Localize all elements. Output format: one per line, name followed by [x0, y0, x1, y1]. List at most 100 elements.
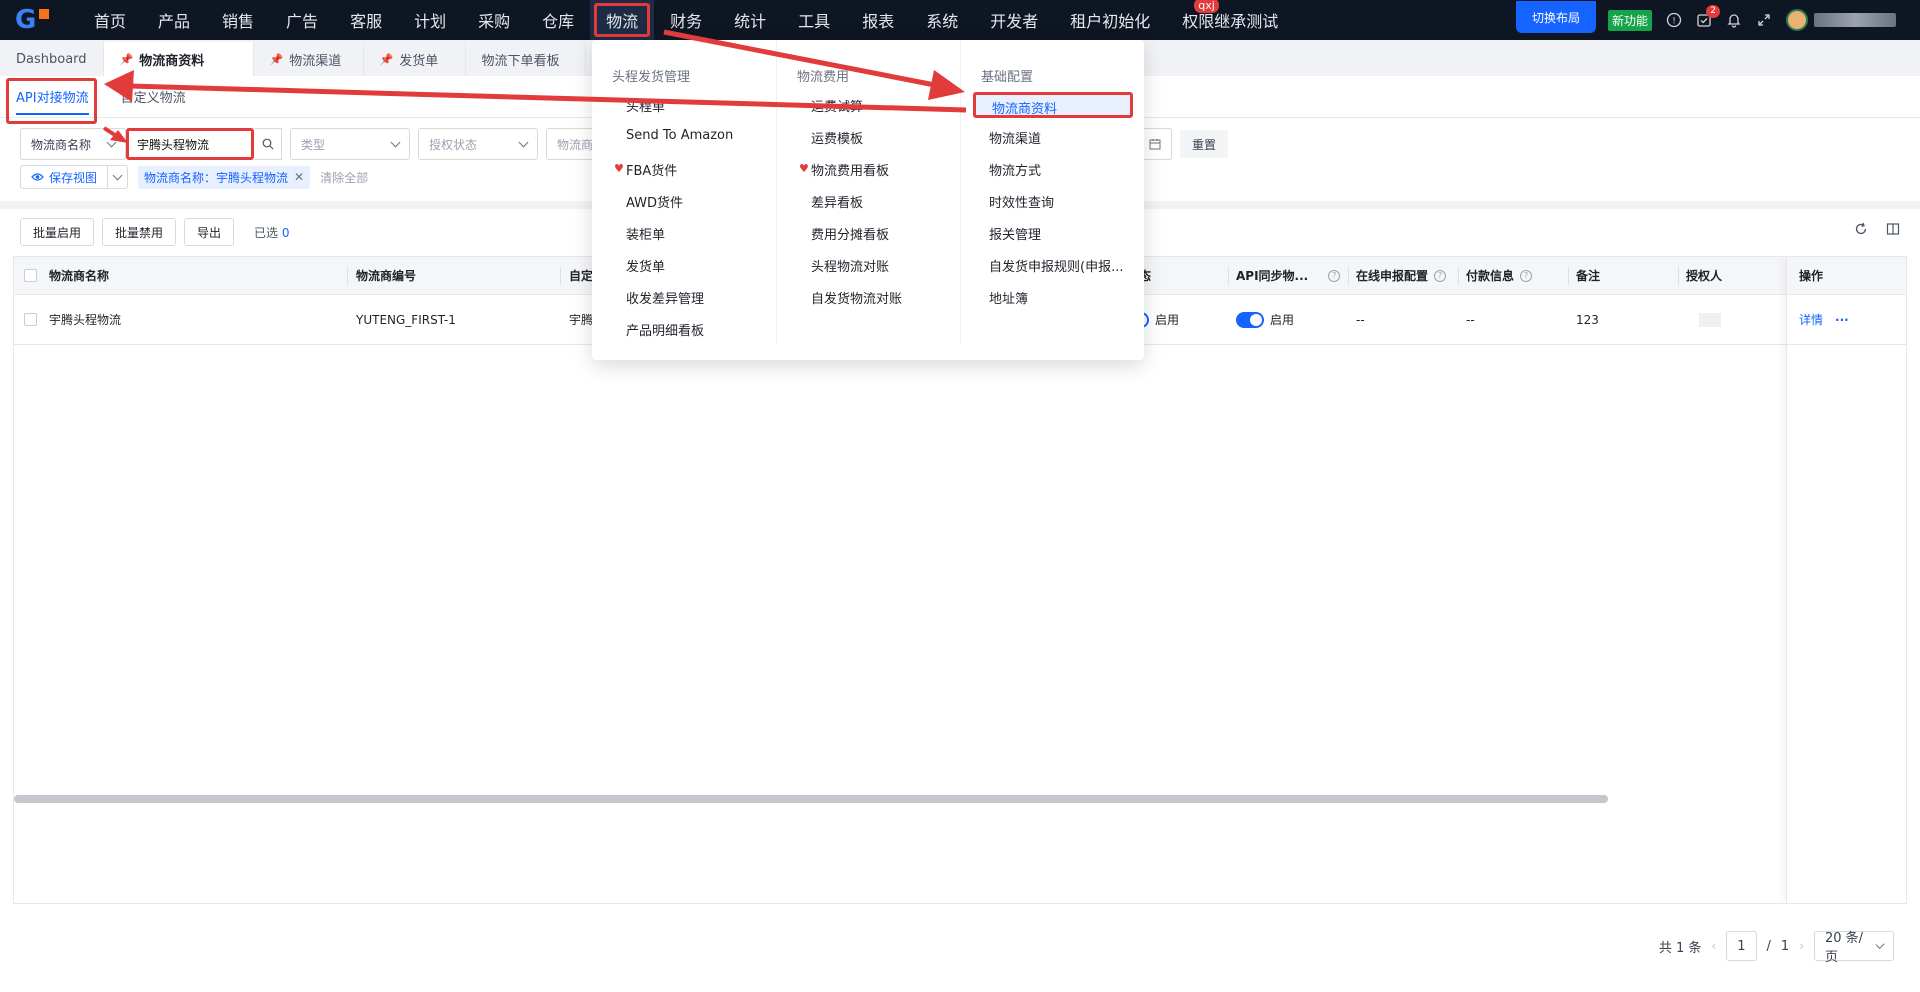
menu-item-container-order[interactable]: 装柜单	[626, 224, 665, 243]
col-divider	[1458, 267, 1459, 285]
switch-layout-button[interactable]: 切换布局	[1515, 1, 1596, 33]
menu-item-freight-trial[interactable]: 运费试算	[811, 96, 863, 115]
menu-item-carrier-info[interactable]: 物流商资料	[973, 92, 1133, 118]
nav-logistics[interactable]: 物流	[590, 0, 655, 40]
pin-icon[interactable]: 📌	[380, 53, 394, 66]
menu-item-first-leg-reconcile[interactable]: 头程物流对账	[811, 256, 889, 275]
search-input[interactable]: 宇腾头程物流	[126, 128, 254, 160]
page-size-select[interactable]: 20 条/页	[1814, 931, 1894, 965]
batch-enable-button[interactable]: 批量启用	[20, 218, 95, 246]
nav-developer[interactable]: 开发者	[974, 0, 1054, 40]
help-icon[interactable]: !	[1666, 12, 1682, 28]
nav-product[interactable]: 产品	[142, 0, 206, 40]
username-redacted[interactable]	[1814, 13, 1896, 27]
reset-button[interactable]: 重置	[1180, 130, 1229, 158]
menu-item-fee-board[interactable]: ♥ 物流费用看板	[799, 160, 889, 179]
menu-item-freight-template[interactable]: 运费模板	[811, 128, 863, 147]
page-number-input[interactable]: 1	[1726, 931, 1757, 961]
subtab-custom-logistics[interactable]: 自定义物流	[113, 75, 194, 117]
search-icon[interactable]	[254, 128, 282, 160]
col-online-declare[interactable]: 在线申报配置?	[1356, 257, 1447, 294]
select-all-checkbox[interactable]	[24, 269, 37, 282]
selected-count: 已选 0	[254, 225, 290, 240]
menu-item-declaration-rules[interactable]: 自发货申报规则(申报...	[989, 256, 1123, 275]
tab-dashboard[interactable]: Dashboard	[0, 42, 104, 76]
nav-home[interactable]: 首页	[78, 0, 142, 40]
help-icon[interactable]: ?	[1328, 269, 1341, 282]
api-sync-toggle[interactable]	[1236, 311, 1264, 328]
menu-group-title: 基础配置	[981, 70, 1034, 85]
horizontal-scrollbar[interactable]	[14, 795, 1608, 803]
col-divider	[1568, 267, 1569, 285]
cell-online-declare: --	[1356, 312, 1365, 327]
auth-status-select[interactable]: 授权状态	[418, 128, 538, 160]
menu-item-cost-allocation-board[interactable]: 费用分摊看板	[811, 224, 889, 243]
nav-sales[interactable]: 销售	[206, 0, 270, 40]
nav-tools[interactable]: 工具	[782, 0, 846, 40]
nav-purchase[interactable]: 采购	[462, 0, 526, 40]
col-payment[interactable]: 付款信息?	[1466, 257, 1533, 294]
user-avatar[interactable]	[1786, 9, 1808, 31]
task-icon[interactable]: 2	[1696, 5, 1720, 28]
pin-icon[interactable]: 📌	[270, 53, 284, 66]
col-authorizer[interactable]: 授权人	[1686, 257, 1722, 294]
search-field-select[interactable]: 物流商名称	[20, 128, 126, 160]
bell-icon[interactable]	[1726, 12, 1742, 28]
menu-item-diff-board[interactable]: 差异看板	[811, 192, 863, 211]
menu-item-self-ship-reconcile[interactable]: 自发货物流对账	[811, 288, 902, 307]
column-settings-icon[interactable]	[1886, 222, 1900, 240]
prev-page-icon[interactable]: ‹	[1711, 939, 1716, 953]
refresh-icon[interactable]	[1854, 222, 1868, 240]
menu-item-shipment-order[interactable]: 发货单	[626, 256, 665, 275]
nav-permission-test[interactable]: qxj 权限继承测试	[1166, 0, 1294, 40]
help-icon[interactable]: ?	[1520, 269, 1533, 282]
row-checkbox[interactable]	[24, 313, 37, 326]
tab-logistics-board[interactable]: 物流下单看板	[466, 42, 586, 76]
menu-item-customs-management[interactable]: 报关管理	[989, 224, 1041, 243]
nav-reports[interactable]: 报表	[846, 0, 910, 40]
clear-all-link[interactable]: 清除全部	[320, 169, 368, 186]
nav-service[interactable]: 客服	[334, 0, 398, 40]
menu-item-fba-shipment[interactable]: ♥ FBA货件	[614, 160, 677, 179]
col-carrier-name[interactable]: 物流商名称	[49, 257, 109, 294]
menu-item-awd-shipment[interactable]: AWD货件	[626, 192, 683, 211]
next-page-icon[interactable]: ›	[1799, 939, 1804, 953]
col-carrier-code[interactable]: 物流商编号	[356, 257, 416, 294]
fullscreen-icon[interactable]	[1756, 12, 1772, 28]
tab-shipment[interactable]: 📌 发货单	[364, 42, 466, 76]
batch-disable-button[interactable]: 批量禁用	[102, 218, 177, 246]
chevron-down-icon[interactable]	[112, 170, 123, 180]
menu-item-address-book[interactable]: 地址簿	[989, 288, 1028, 307]
col-remark[interactable]: 备注	[1576, 257, 1600, 294]
cell-carrier-name: 宇腾头程物流	[49, 313, 122, 327]
help-icon[interactable]: ?	[1434, 269, 1447, 282]
app-logo[interactable]: G	[0, 0, 64, 40]
nav-system[interactable]: 系统	[910, 0, 974, 40]
col-api-sync[interactable]: API同步物...?	[1236, 257, 1341, 294]
tab-logistics-channel[interactable]: 📌 物流渠道	[254, 42, 364, 76]
filter-tag[interactable]: 物流商名称：宇腾头程物流 ✕	[138, 165, 311, 189]
menu-item-timeliness-query[interactable]: 时效性查询	[989, 192, 1054, 211]
menu-item-product-detail-board[interactable]: 产品明细看板	[626, 320, 704, 339]
nav-tenant-init[interactable]: 租户初始化	[1054, 0, 1166, 40]
menu-item-logistics-channel[interactable]: 物流渠道	[989, 128, 1041, 147]
new-feature-badge[interactable]: 新功能	[1607, 9, 1652, 31]
nav-finance[interactable]: 财务	[654, 0, 718, 40]
type-select[interactable]: 类型	[290, 128, 410, 160]
nav-plan[interactable]: 计划	[398, 0, 462, 40]
menu-col-basic-config: 基础配置 物流商资料 物流渠道 物流方式 时效性查询 报关管理 自发货申报规则(…	[960, 40, 1144, 345]
menu-item-diff-management[interactable]: 收发差异管理	[626, 288, 704, 307]
menu-item-logistics-method[interactable]: 物流方式	[989, 160, 1041, 179]
nav-warehouse[interactable]: 仓库	[526, 0, 590, 40]
menu-col-logistics-fees: 物流费用 运费试算 运费模板 ♥ 物流费用看板 差异看板 费用分摊看板 头程物流对…	[776, 40, 960, 345]
save-view-button[interactable]: 保存视图	[20, 165, 129, 189]
tab-carrier-info[interactable]: 📌 物流商资料	[103, 42, 254, 76]
pin-icon[interactable]: 📌	[120, 53, 134, 66]
nav-ads[interactable]: 广告	[270, 0, 334, 40]
close-icon[interactable]: ✕	[294, 170, 304, 184]
export-button[interactable]: 导出	[184, 218, 235, 246]
menu-item-send-to-amazon[interactable]: Send To Amazon	[626, 128, 733, 143]
nav-stats[interactable]: 统计	[718, 0, 782, 40]
col-custom[interactable]: 自定	[569, 257, 593, 294]
menu-item-first-leg-order[interactable]: 头程单	[626, 96, 665, 115]
